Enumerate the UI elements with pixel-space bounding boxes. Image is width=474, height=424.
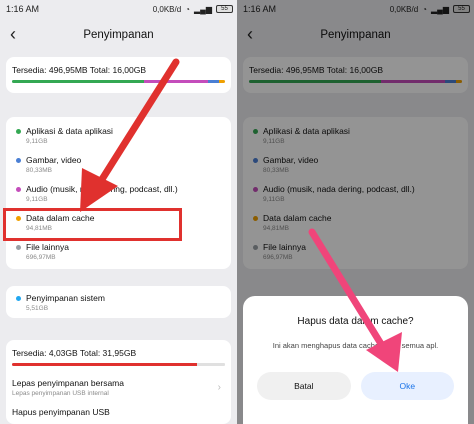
category-audio[interactable]: Audio (musik, nada dering, podcast, dll.… (6, 181, 231, 210)
network-speed: 0,0KB/d (152, 4, 182, 14)
category-other-files[interactable]: File lainnya 696,97MB (6, 239, 231, 268)
storage-summary: Tersedia: 496,95MB Total: 16,00GB (12, 65, 147, 75)
back-arrow-icon[interactable]: ‹ (10, 25, 28, 44)
erase-usb-storage[interactable]: Hapus penyimpanan USB (12, 407, 225, 417)
app-header: ‹ Penyimpanan (0, 18, 237, 52)
ok-button[interactable]: Oke (360, 372, 454, 400)
category-images-video[interactable]: Gambar, video 80,33MB (6, 152, 231, 181)
dialog-buttons: Batal Oke (257, 372, 454, 400)
eject-shared-storage[interactable]: Lepas penyimpanan bersama Lepas penyimpa… (12, 378, 225, 397)
system-storage-card[interactable]: Penyimpanan sistem 5,51GB (6, 286, 231, 318)
category-dot (16, 296, 21, 301)
chevron-right-icon: › (217, 382, 221, 393)
status-time: 1:16 AM (6, 4, 40, 14)
battery-icon: 55 (216, 5, 233, 13)
category-dot (16, 187, 21, 192)
dialog-title: Hapus data dalam cache? (297, 316, 414, 327)
wifi-icon: ◔ (185, 4, 191, 14)
signal-icon: ▂▄▆ (194, 4, 212, 14)
dialog-message: Ini akan menghapus data cache untuk semu… (272, 341, 439, 350)
category-dot (16, 245, 21, 250)
status-bar: 1:16 AM 0,0KB/d ◔ ▂▄▆ 55 (0, 0, 237, 18)
category-system[interactable]: Penyimpanan sistem 5,51GB (6, 290, 231, 319)
annotation-highlight-box (3, 208, 182, 241)
usb-storage-card: Tersedia: 4,03GB Total: 31,95GB Lepas pe… (6, 340, 231, 424)
cancel-button[interactable]: Batal (257, 372, 351, 400)
page-title: Penyimpanan (83, 29, 154, 41)
storage-category-list: Aplikasi & data aplikasi 9,11GB Gambar, … (6, 117, 231, 269)
usb-usage-bar (12, 363, 225, 366)
storage-summary-card: Tersedia: 496,95MB Total: 16,00GB (6, 57, 231, 93)
storage-usage-bar (12, 80, 225, 83)
left-screenshot: 1:16 AM 0,0KB/d ◔ ▂▄▆ 55 ‹ Penyimpanan T… (0, 0, 237, 424)
category-apps[interactable]: Aplikasi & data aplikasi 9,11GB (6, 123, 231, 152)
right-screenshot: 1:16 AM 0,0KB/d ◔ ▂▄▆ 55 ‹ Penyimpanan T… (237, 0, 474, 424)
clear-cache-dialog: Hapus data dalam cache? Ini akan menghap… (243, 296, 468, 424)
usb-storage-summary: Tersedia: 4,03GB Total: 31,95GB (12, 348, 137, 358)
category-dot (16, 129, 21, 134)
category-dot (16, 158, 21, 163)
